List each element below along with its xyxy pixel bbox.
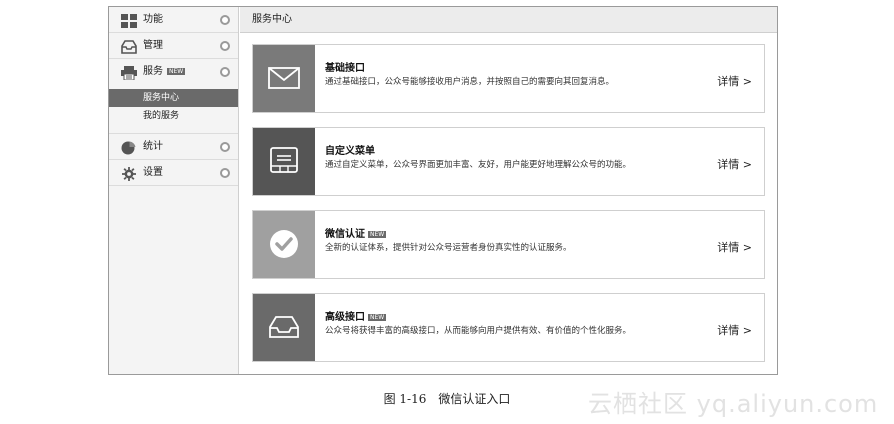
sidebar-item-label: 设置 — [143, 167, 163, 178]
service-card-wechat-verification[interactable]: 微信认证 NEW 全新的认证体系，提供针对公众号运营者身份真实性的认证服务。 详情… — [252, 210, 765, 279]
card-thumb — [253, 211, 315, 278]
watermark: 云栖社区 yq.aliyun.com — [588, 390, 879, 418]
sidebar: 功能 管理 服务 NEW 服务中心 我的服务 统计 设置 — [109, 7, 239, 374]
pie-chart-icon — [121, 140, 137, 155]
page-title: 服务中心 — [240, 7, 777, 33]
new-badge: NEW — [167, 67, 186, 75]
service-card-advanced-api[interactable]: 高级接口 NEW 公众号将获得丰富的高级接口，从而能够向用户提供有效、有价值的个性… — [252, 293, 765, 362]
expand-toggle-icon[interactable] — [220, 67, 230, 77]
sidebar-item-features[interactable]: 功能 — [109, 7, 238, 33]
submenu-item-my-services[interactable]: 我的服务 — [109, 107, 238, 125]
gear-icon — [121, 166, 137, 181]
card-detail-link[interactable]: 详情 > — [717, 156, 752, 172]
tray-icon — [269, 316, 299, 338]
card-title: 微信认证 NEW — [325, 229, 387, 240]
check-circle-icon — [270, 230, 298, 258]
sidebar-item-label: 管理 — [143, 40, 163, 51]
sidebar-item-manage[interactable]: 管理 — [109, 33, 238, 59]
card-title: 基础接口 — [325, 63, 365, 74]
sidebar-item-label: 功能 — [143, 14, 163, 25]
inbox-icon — [121, 39, 137, 54]
card-description: 通过自定义菜单，公众号界面更加丰富、友好，用户能更好地理解公众号的功能。 — [325, 160, 632, 170]
expand-toggle-icon[interactable] — [220, 168, 230, 178]
sidebar-item-settings[interactable]: 设置 — [109, 160, 238, 186]
card-detail-link[interactable]: 详情 > — [717, 322, 752, 338]
envelope-icon — [268, 67, 300, 89]
card-thumb — [253, 45, 315, 112]
new-badge: NEW — [368, 313, 387, 321]
card-description: 全新的认证体系，提供针对公众号运营者身份真实性的认证服务。 — [325, 243, 572, 253]
sidebar-item-label: 服务 — [143, 66, 163, 77]
card-description: 通过基础接口，公众号能够接收用户消息，并按照自己的需要向其回复消息。 — [325, 77, 615, 87]
card-thumb — [253, 128, 315, 195]
expand-toggle-icon[interactable] — [220, 15, 230, 25]
card-detail-link[interactable]: 详情 > — [717, 73, 752, 89]
service-card-custom-menu[interactable]: 自定义菜单 通过自定义菜单，公众号界面更加丰富、友好，用户能更好地理解公众号的功… — [252, 127, 765, 196]
expand-toggle-icon[interactable] — [220, 142, 230, 152]
card-detail-link[interactable]: 详情 > — [717, 239, 752, 255]
card-title: 自定义菜单 — [325, 146, 375, 157]
main-content: 服务中心 基础接口 通过基础接口，公众号能够接收用户消息，并按照自己的需要向其回… — [240, 7, 777, 374]
submenu-item-service-center[interactable]: 服务中心 — [109, 89, 238, 107]
sidebar-item-service[interactable]: 服务 NEW — [109, 59, 238, 85]
screen-menu-icon — [270, 147, 298, 173]
grid-icon — [121, 13, 137, 28]
card-thumb — [253, 294, 315, 361]
expand-toggle-icon[interactable] — [220, 41, 230, 51]
service-card-basic-api[interactable]: 基础接口 通过基础接口，公众号能够接收用户消息，并按照自己的需要向其回复消息。 … — [252, 44, 765, 113]
service-submenu: 服务中心 我的服务 — [109, 85, 238, 134]
card-title: 高级接口 NEW — [325, 312, 387, 323]
app-frame: 功能 管理 服务 NEW 服务中心 我的服务 统计 设置 服务中心 基础接口 通… — [108, 6, 778, 375]
printer-icon — [121, 65, 137, 81]
sidebar-item-statistics[interactable]: 统计 — [109, 134, 238, 160]
sidebar-item-label: 统计 — [143, 141, 163, 152]
card-description: 公众号将获得丰富的高级接口，从而能够向用户提供有效、有价值的个性化服务。 — [325, 326, 632, 336]
new-badge: NEW — [368, 230, 387, 238]
